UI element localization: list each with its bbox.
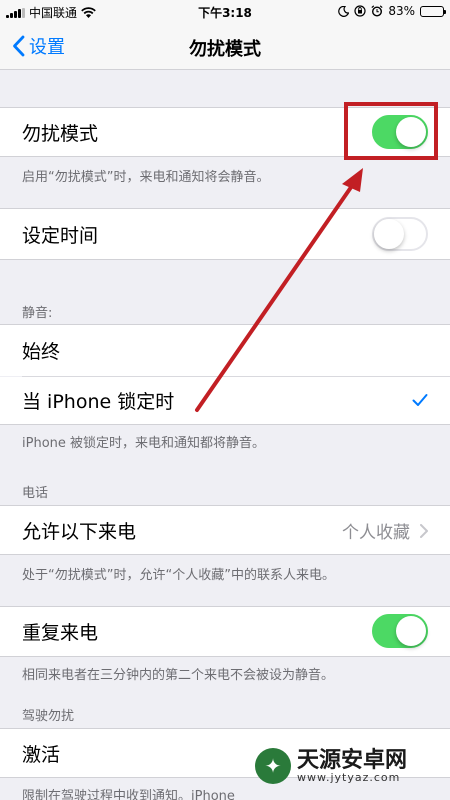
annotation-arrow — [195, 168, 363, 412]
watermark: ✦ 天源安卓网 www.jytyaz.com — [255, 748, 407, 784]
watermark-title: 天源安卓网 — [297, 747, 408, 773]
watermark-url: www.jytyaz.com — [297, 770, 401, 784]
watermark-logo-icon: ✦ — [255, 748, 291, 784]
